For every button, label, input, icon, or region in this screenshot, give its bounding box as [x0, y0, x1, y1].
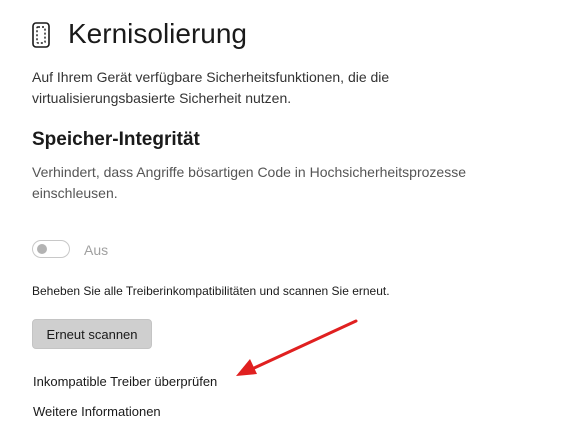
toggle-knob: [37, 244, 47, 254]
arrow-head: [236, 359, 257, 376]
core-isolation-chip-icon: [32, 22, 50, 48]
memory-integrity-title: Speicher-Integrität: [32, 129, 200, 150]
memory-integrity-toggle[interactable]: [32, 240, 70, 258]
more-information-link[interactable]: Weitere Informationen: [33, 404, 161, 419]
memory-integrity-description: Verhindert, dass Angriffe bösartigen Cod…: [32, 164, 466, 201]
review-incompatible-drivers-link[interactable]: Inkompatible Treiber überprüfen: [33, 374, 217, 389]
arrow-shaft: [250, 319, 358, 371]
toggle-state-label: Aus: [84, 242, 109, 258]
rescan-button[interactable]: Erneut scannen: [32, 319, 152, 349]
driver-incompatibility-notice: Beheben Sie alle Treiberinkompatibilität…: [32, 284, 390, 298]
page-title: Kernisolierung: [68, 18, 247, 49]
page-description: Auf Ihrem Gerät verfügbare Sicherheitsfu…: [32, 69, 390, 106]
